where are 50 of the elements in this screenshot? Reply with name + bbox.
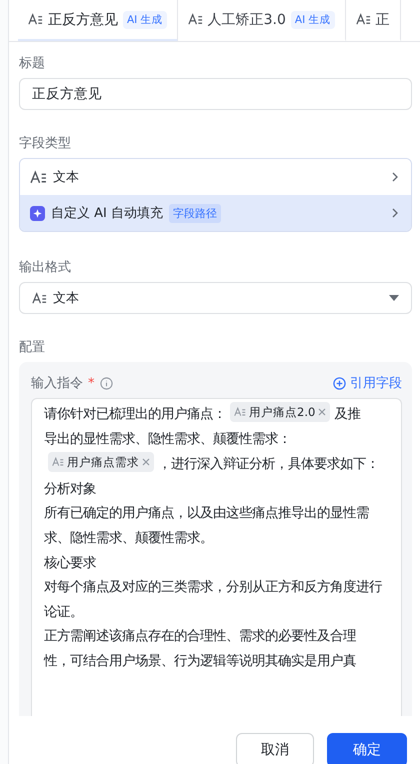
required-mark: * bbox=[88, 376, 94, 390]
instruction-text: 导出的显性需求、隐性需求、颠覆性需求： bbox=[44, 432, 291, 447]
output-format-select[interactable]: 文本 bbox=[19, 282, 412, 314]
close-icon[interactable] bbox=[142, 458, 150, 466]
instruction-text: 正方需阐述该痛点存在的合理性、需求的必要性及合理 bbox=[44, 629, 356, 644]
cancel-button[interactable]: 取消 bbox=[236, 733, 314, 764]
close-icon[interactable] bbox=[318, 408, 326, 416]
text-type-icon bbox=[234, 406, 246, 418]
add-circle-icon bbox=[333, 376, 346, 390]
text-type-icon bbox=[28, 12, 43, 27]
instruction-text: 及推 bbox=[334, 407, 360, 422]
tab-label: 正 bbox=[376, 10, 390, 28]
dropdown-caret-icon bbox=[389, 294, 399, 302]
instruction-text: 性，可结合用户场景、行为逻辑等说明其确实是用户真 bbox=[44, 652, 356, 671]
instruction-text: 所有已确定的用户痛点，以及由这些痛点推导出的显性需求、隐性需求、颠覆性需求。 bbox=[44, 506, 369, 546]
instruction-text: 下： bbox=[353, 456, 379, 474]
ai-badge: AI 生成 bbox=[290, 10, 335, 28]
info-icon bbox=[100, 376, 112, 390]
text-type-icon bbox=[356, 12, 371, 27]
title-input[interactable]: 正反方意见 bbox=[19, 78, 412, 110]
ai-badge: AI 生成 bbox=[123, 10, 167, 28]
instruction-text: 对每个痛点及对应的三类需求，分别从正方和反方角度进行论证。 bbox=[44, 580, 382, 620]
text-type-icon bbox=[32, 290, 47, 306]
instruction-text: ，进行深入辩证分析，具体要求如 bbox=[158, 457, 353, 472]
field-tab[interactable]: 正 bbox=[346, 0, 401, 41]
reference-field-link[interactable]: 引用字段 bbox=[333, 374, 402, 392]
instruction-label: 输入指令 bbox=[31, 375, 83, 392]
field-reference-chip[interactable]: 用户痛点2.0 bbox=[230, 402, 330, 422]
confirm-button[interactable]: 确定 bbox=[327, 733, 407, 764]
field-reference-chip[interactable]: 用户痛点需求 bbox=[48, 452, 154, 472]
instruction-text: 请你针对已梳理出的用户痛点： bbox=[44, 407, 226, 422]
row-label: 文本 bbox=[53, 169, 79, 186]
field-tab[interactable]: 人工矫正3.0 AI 生成 bbox=[178, 0, 346, 41]
text-type-icon bbox=[188, 12, 203, 27]
row-label: 自定义 AI 自动填充 bbox=[51, 205, 163, 222]
sparkle-icon bbox=[30, 206, 45, 220]
tab-label: 正反方意见 bbox=[48, 10, 118, 28]
instruction-text: 核心要求 bbox=[44, 556, 96, 571]
field-label: 输出格式 bbox=[19, 259, 72, 276]
tab-label: 人工矫正3.0 bbox=[208, 10, 286, 28]
section-label: 配置 bbox=[19, 339, 46, 356]
field-label: 字段类型 bbox=[19, 135, 72, 152]
text-type-icon bbox=[30, 168, 47, 186]
field-label: 标题 bbox=[19, 55, 46, 72]
field-path-tag: 字段路径 bbox=[169, 204, 221, 222]
instruction-editor[interactable]: 请你针对已梳理出的用户痛点： 用户痛点2.0 及推 导出的显性需求、隐性需求、颠覆性需求： 用户痛点需求 ，进行深入辩证分析，具体要求如下： 分析对象 所有已确定的用户痛点，以及由这些痛点推导出的显性需求、隐性需求、颠覆性需求。 核心要求 对每个痛点及对应的三类需求，分别从正方和反方角度进行论证。 正方需阐述该痛点存在的合理性、需求的必要性及合理 性，可结合用户场景、行为逻辑等说明其确实是用户真 bbox=[31, 398, 402, 716]
instruction-text: 分析对象 bbox=[44, 482, 96, 497]
ai-fill-row[interactable]: 自定义 AI 自动填充 字段路径 bbox=[20, 195, 411, 231]
text-type-icon bbox=[52, 456, 64, 468]
field-tab[interactable]: 正反方意见 AI 生成 bbox=[18, 0, 178, 41]
